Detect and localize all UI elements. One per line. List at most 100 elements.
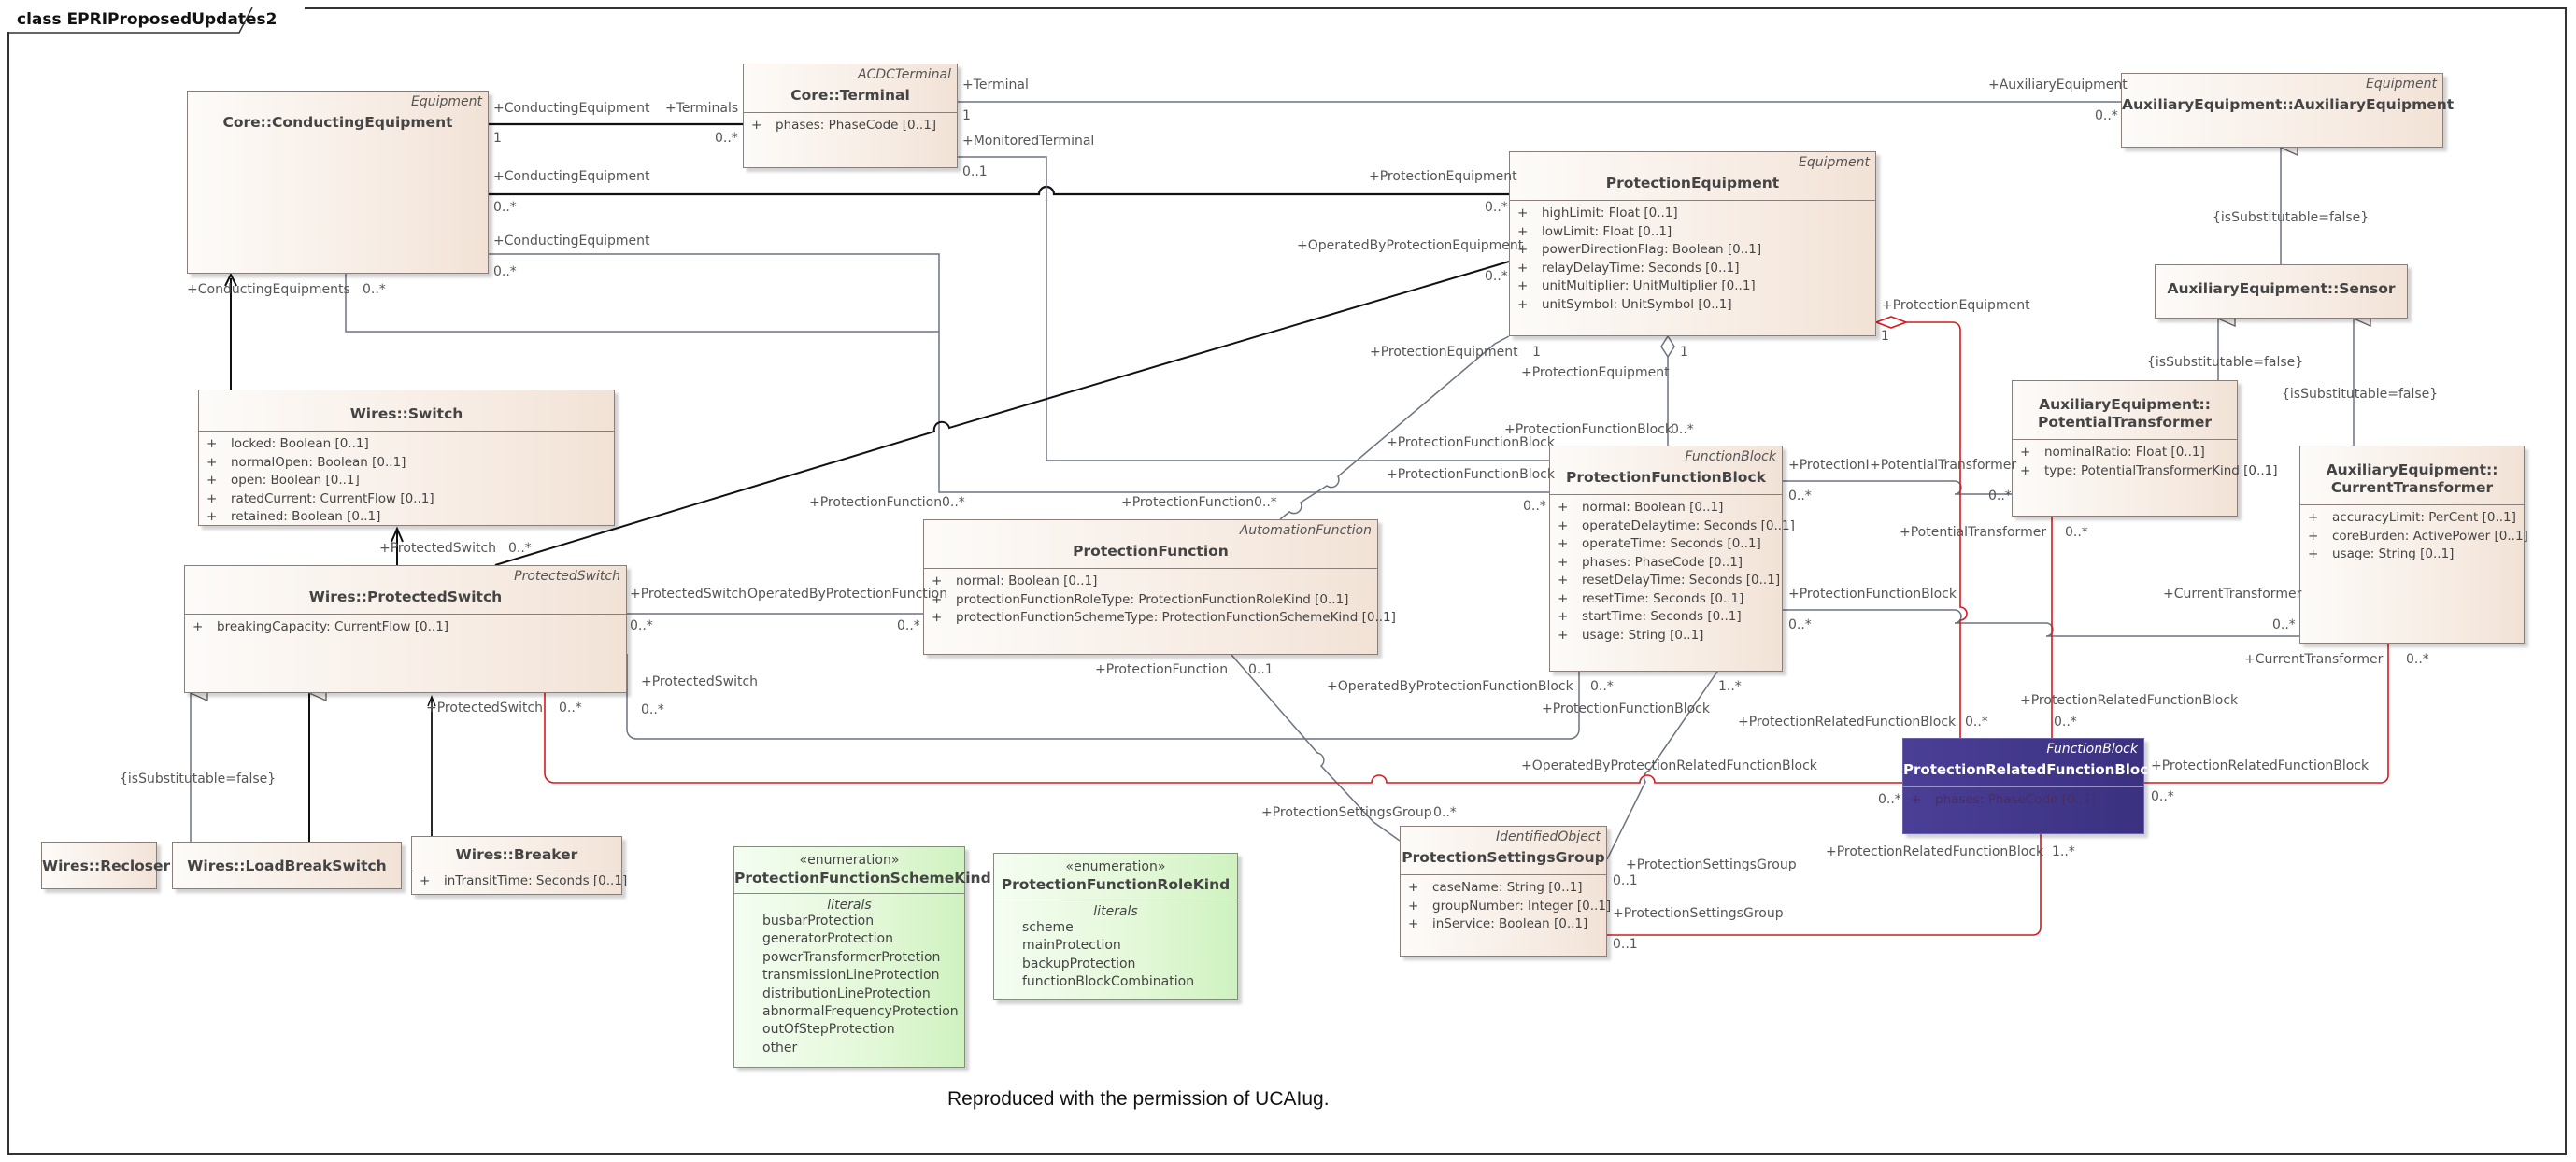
stereotype: ACDCTerminal [858, 67, 951, 82]
attribute: + phases: PhaseCode [0..1] [1911, 792, 2097, 807]
multiplicity-label: 0..* [1523, 499, 1546, 514]
role-label: +ProtectionEquipment [1370, 345, 1518, 360]
role-label: +ProtectionSettingsGroup [1626, 857, 1797, 872]
multiplicity-label: 0..* [2065, 525, 2088, 540]
constraint-label: {isSubstitutable=false} [2282, 387, 2439, 402]
class-protection-settings-group[interactable]: IdentifiedObject ProtectionSettingsGroup… [1400, 826, 1612, 957]
class-protected-switch[interactable]: ProtectedSwitch Wires::ProtectedSwitch +… [184, 565, 627, 693]
role-label: +ProtectedSwitch [641, 674, 759, 689]
role-label: OperatedByProtectionFunction [747, 587, 948, 602]
multiplicity-label: 0..1 [1613, 873, 1638, 888]
attribute: + operateTime: Seconds [0..1] [1558, 536, 1761, 551]
multiplicity-label: 0..* [363, 282, 386, 297]
constraint-label: {isSubstitutable=false} [2147, 355, 2304, 370]
class-auxiliary-equipment[interactable]: Equipment AuxiliaryEquipment::AuxiliaryE… [2121, 73, 2454, 148]
stereotype: Equipment [411, 94, 482, 109]
multiplicity-label: 0..1 [962, 164, 988, 179]
attribute: + nominalRatio: Float [0..1] [2020, 445, 2205, 460]
class-switch[interactable]: Wires::Switch + locked: Boolean [0..1] + n… [198, 390, 615, 526]
class-load-break-switch[interactable]: Wires::LoadBreakSwitch [172, 842, 402, 889]
attribute: + operateDelaytime: Seconds [0..1] [1558, 517, 1795, 533]
stereotype: Equipment [2366, 77, 2437, 92]
attribute: + protectionFunctionRoleType: ProtectionF… [932, 591, 1349, 607]
enum-literal: outOfStepProtection [762, 1022, 895, 1038]
role-label: +ProtectionFunctionBlock [1387, 467, 1555, 482]
stereotype: Equipment [1799, 155, 1870, 170]
role-label: +ProtectionRelatedFunctionBlock [1738, 715, 1957, 730]
role-label: +ProtectionSettingsGroup [1261, 805, 1432, 820]
enum-literal: other [762, 1040, 798, 1056]
role-label: +ProtectedSwitch [379, 541, 497, 556]
enum-literal: mainProtection [1022, 938, 1121, 954]
enum-protection-function-scheme-kind[interactable]: «enumeration» ProtectionFunctionSchemeKi… [733, 846, 991, 1068]
multiplicity-label: 0..* [1965, 715, 1988, 730]
attribute: + resetDelayTime: Seconds [0..1] [1558, 573, 1781, 588]
role-label: +OperatedByProtectionEquipment [1297, 238, 1524, 253]
role-label: +CurrentTransformer [2163, 587, 2302, 602]
multiplicity-label: 0..* [1485, 200, 1508, 215]
caption: Reproduced with the permission of UCAIug… [947, 1088, 1330, 1110]
attribute: + ratedCurrent: CurrentFlow [0..1] [206, 490, 434, 506]
multiplicity-label: 0..* [2054, 715, 2077, 730]
constraint-label: {isSubstitutable=false} [120, 772, 277, 786]
enum-literal: abnormalFrequencyProtection [762, 1004, 959, 1020]
attribute-list: + phases: PhaseCode [0..1] [1903, 787, 2143, 810]
attribute: + normalOpen: Boolean [0..1] [206, 454, 406, 470]
class-potential-transformer[interactable]: AuxiliaryEquipment:: PotentialTransformer… [2012, 380, 2277, 517]
multiplicity-label: 0..1 [1613, 937, 1638, 952]
role-label: +ProtectionEquipment [1882, 298, 2030, 313]
role-label: +ConductingEquipment [493, 169, 650, 184]
stereotype: FunctionBlock [2046, 742, 2138, 757]
attribute: + relayDelayTime: Seconds [0..1] [1517, 260, 1740, 276]
class-protection-related-function-block[interactable]: FunctionBlock ProtectionRelatedFunctionB… [1902, 738, 2157, 834]
enum-literal: backupProtection [1022, 956, 1136, 971]
class-recloser[interactable]: Wires::Recloser [41, 842, 171, 889]
attribute: + groupNumber: Integer [0..1] [1408, 898, 1612, 914]
class-protection-function-block[interactable]: FunctionBlock ProtectionFunctionBlock + n… [1549, 446, 1795, 672]
attribute-list: + caseName: String [0..1] + groupNumber: I… [1401, 875, 1612, 934]
role-label: +ProtectionRelatedFunctionBlock [2020, 693, 2239, 708]
attribute: + highLimit: Float [0..1] [1517, 205, 1678, 220]
multiplicity-label: 0..* [715, 131, 738, 146]
attribute: + normal: Boolean [0..1] [932, 574, 1098, 588]
role-label: +ProtectedSwitch [426, 701, 544, 716]
enum-name: ProtectionFunctionRoleKind [1001, 876, 1231, 893]
attribute: + open: Boolean [0..1] [206, 473, 360, 488]
role-label: +ProtectionEquipment [1521, 365, 1670, 380]
attribute: + phases: PhaseCode [0..1] [751, 118, 937, 133]
multiplicity-label: 0..* [1590, 679, 1614, 694]
class-conducting-equipment[interactable]: Equipment Core::ConductingEquipment [187, 91, 489, 274]
enum-stereotype: «enumeration» [799, 853, 900, 868]
class-name: Wires::Recloser [42, 857, 171, 874]
class-current-transformer[interactable]: AuxiliaryEquipment:: CurrentTransformer +… [2299, 446, 2528, 644]
role-label: +ConductingEquipment [493, 234, 650, 248]
literals-heading: literals [1093, 904, 1138, 919]
attribute-list: + breakingCapacity: CurrentFlow [0..1] [185, 615, 626, 637]
role-label: +Terminal [962, 78, 1029, 92]
multiplicity-label: 0..* [1485, 269, 1508, 284]
multiplicity-label: 0..* [493, 264, 517, 279]
multiplicity-label: 0..* [2151, 789, 2174, 804]
diagram-title-tab [7, 7, 253, 34]
role-label: +ProtectionRelatedFunctionBlock [1826, 844, 2044, 859]
class-terminal[interactable]: ACDCTerminal Core::Terminal + phases: Pha… [743, 64, 958, 168]
class-name: Wires::Switch [349, 405, 463, 422]
multiplicity-label: 0..* [1788, 489, 1812, 503]
multiplicity-label: 0..* [942, 495, 965, 510]
class-protection-function[interactable]: AutomationFunction ProtectionFunction + n… [923, 519, 1396, 655]
class-name: AuxiliaryEquipment:: CurrentTransformer [2326, 461, 2498, 496]
attribute: + unitSymbol: UnitSymbol [0..1] [1517, 296, 1732, 312]
class-sensor[interactable]: AuxiliaryEquipment::Sensor [2155, 264, 2408, 319]
role-label: +ProtectedSwitch [630, 587, 747, 602]
role-label: +ProtectionFunctionBlock [1387, 435, 1555, 450]
attribute: + inTransitTime: Seconds [0..1] [420, 873, 628, 888]
multiplicity-label: 1 [962, 108, 971, 123]
multiplicity-label: 0..* [493, 200, 517, 215]
class-breaker[interactable]: Wires::Breaker + inTransitTime: Seconds [… [411, 836, 628, 895]
stereotype: IdentifiedObject [1495, 829, 1601, 844]
enum-protection-function-role-kind[interactable]: «enumeration» ProtectionFunctionRoleKind… [993, 853, 1238, 1000]
class-protection-equipment[interactable]: Equipment ProtectionEquipment + highLimit… [1509, 151, 1876, 336]
multiplicity-label: 0..* [2406, 652, 2429, 667]
attribute: + powerDirectionFlag: Boolean [0..1] [1517, 242, 1762, 257]
attribute: + locked: Boolean [0..1] [206, 436, 369, 451]
